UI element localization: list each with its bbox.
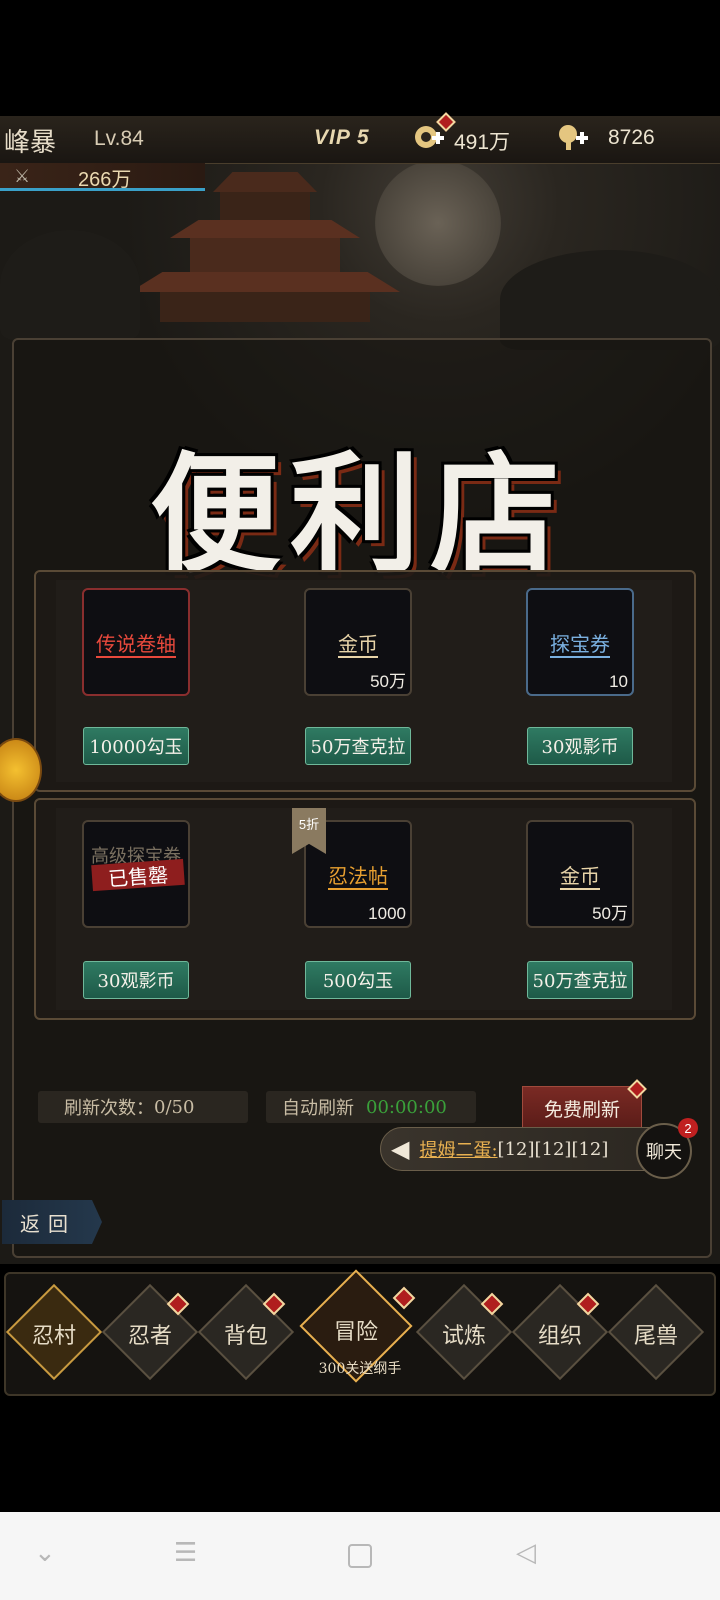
buy-price-button[interactable]: 10000勾玉 <box>83 727 189 765</box>
back-triangle-icon[interactable]: ◁ <box>516 1538 536 1568</box>
item-name: 传说卷轴 <box>96 631 176 656</box>
buy-price-button[interactable]: 50万查克拉 <box>527 961 633 999</box>
buy-price-button[interactable]: 500勾玉 <box>305 961 411 999</box>
currency-1-value: 491万 <box>454 131 511 154</box>
refresh-count-value: 0/50 <box>154 1096 195 1118</box>
currency-2-group[interactable]: 8726 <box>556 120 676 156</box>
nav-tab-tailed-beast[interactable]: 尾兽 <box>607 1283 705 1381</box>
chat-message: [12][12][12] <box>497 1138 609 1160</box>
chat-sender: 提姆二蛋: <box>419 1140 498 1161</box>
crossed-swords-icon: ⚔ <box>14 166 31 187</box>
buy-price-button[interactable]: 30观影币 <box>83 961 189 999</box>
nav-tab-adventure[interactable]: 冒险 <box>299 1269 416 1383</box>
item-name: 探宝券 <box>550 631 610 656</box>
free-refresh-button[interactable]: 免费刷新 <box>522 1086 642 1130</box>
auto-refresh-label: 自动刷新 <box>282 1098 354 1119</box>
nav-tab-trial[interactable]: 试炼 <box>415 1283 513 1381</box>
nav-tab-organization[interactable]: 组织 <box>511 1283 609 1381</box>
home-icon[interactable] <box>348 1544 372 1568</box>
nav-tab-ninja[interactable]: 忍者 <box>101 1283 199 1381</box>
item-name: 金币 <box>560 863 600 888</box>
shop-item-slot[interactable]: 传说卷轴 <box>82 588 190 696</box>
item-quantity: 1000 <box>368 904 406 923</box>
item-quantity: 10 <box>609 672 628 691</box>
tree-decoration <box>0 230 140 340</box>
nav-tab-label: 试炼 <box>441 1324 486 1349</box>
nav-tab-village[interactable]: 忍村 <box>5 1283 103 1381</box>
player-name[interactable]: 峰暴 <box>4 122 56 159</box>
player-level: Lv.84 <box>94 127 144 150</box>
item-quantity: 50万 <box>370 672 406 691</box>
buy-price-button[interactable]: 50万查克拉 <box>305 727 411 765</box>
nav-tab-label: 忍者 <box>127 1324 172 1349</box>
key-add-icon <box>559 125 588 150</box>
nav-tab-label: 背包 <box>223 1324 268 1349</box>
item-quantity: 50万 <box>592 904 628 923</box>
buy-price-button[interactable]: 30观影币 <box>527 727 633 765</box>
tree-decoration <box>500 250 720 350</box>
currency-2-value: 8726 <box>608 126 655 149</box>
menu-icon[interactable]: ☰ <box>174 1538 197 1568</box>
shop-item-slot[interactable]: 探宝券 10 <box>526 588 634 696</box>
nav-tab-label: 冒险 <box>333 1320 378 1345</box>
nav-tab-label: 尾兽 <box>633 1324 678 1349</box>
auto-refresh-box: 自动刷新 00:00:00 <box>266 1091 476 1123</box>
refresh-count-box: 刷新次数： 0/50 <box>38 1091 248 1123</box>
nav-tab-bag[interactable]: 背包 <box>197 1283 295 1381</box>
shop-item-slot[interactable]: 金币 50万 <box>304 588 412 696</box>
chat-unread-badge: 2 <box>678 1118 698 1138</box>
refresh-count-label: 刷新次数： <box>64 1098 154 1119</box>
adventure-promo-text: 300关送纲手 <box>318 1361 402 1377</box>
combat-power-value: 266万 <box>78 169 132 191</box>
auto-refresh-timer: 00:00:00 <box>366 1096 447 1118</box>
chevron-down-icon[interactable]: ⌄ <box>34 1538 56 1568</box>
shop-item-slot[interactable]: 金币 50万 <box>526 820 634 928</box>
item-name: 忍法帖 <box>328 863 388 888</box>
shop-item-slot-sold: 高级探宝券 已售罄 <box>82 820 190 928</box>
back-button[interactable]: 返回 <box>2 1200 102 1244</box>
currency-1-group[interactable]: 491万 <box>412 120 522 156</box>
vip-badge[interactable]: VIP 5 <box>314 126 370 150</box>
nav-tab-label: 忍村 <box>31 1324 76 1349</box>
arrow-left-icon: ◀ <box>391 1135 410 1163</box>
item-name: 金币 <box>338 631 378 656</box>
nav-tab-label: 组织 <box>537 1324 582 1349</box>
sold-out-tag: 已售罄 <box>91 858 185 892</box>
